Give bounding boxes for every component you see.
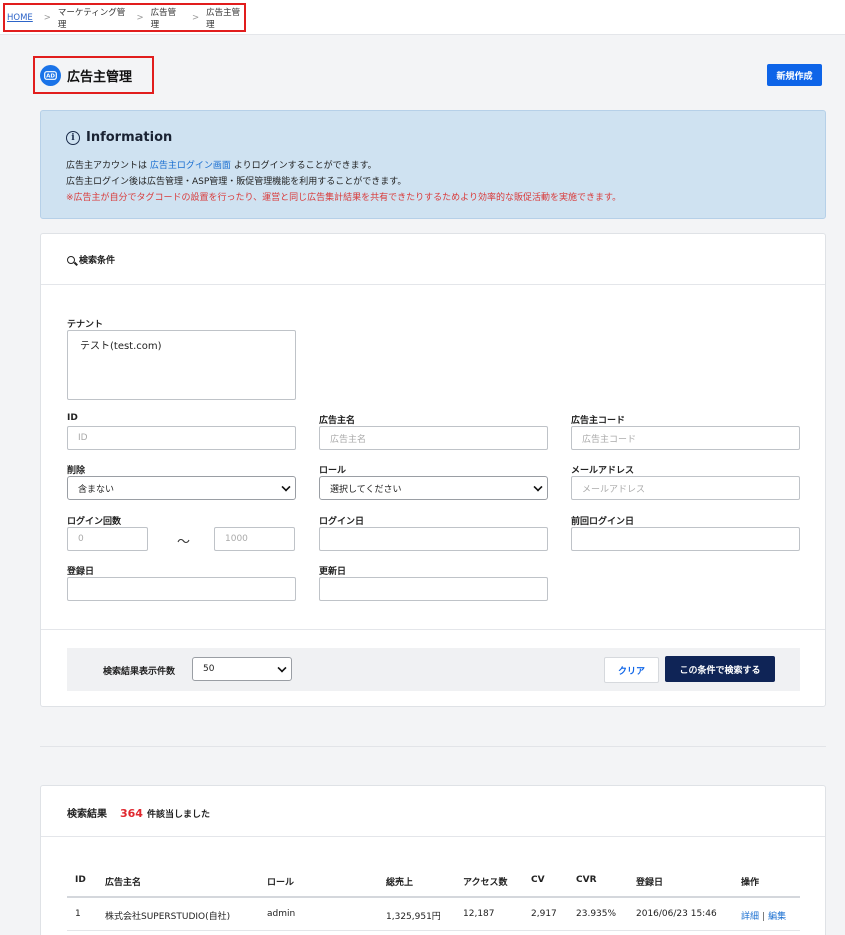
last-login-label: 前回ログイン日 [571,517,635,527]
column-header-role[interactable]: ロール [267,875,294,888]
login-date-input[interactable] [319,527,548,551]
id-input[interactable]: ID [67,426,296,450]
column-header-cvr[interactable]: CVR [576,875,597,885]
divider [41,284,825,285]
page-title: 広告主管理 [67,69,133,85]
info-icon: i [66,130,80,145]
results-count-suffix: 件該当しました [146,810,210,820]
results-title: 検索結果 [67,809,107,820]
results-count: 364 [120,807,143,820]
results-panel: 検索結果 364 件該当しました ID 広告主名 ロール 総売上 アクセス数 C… [40,785,826,935]
breadcrumb-home-link[interactable]: HOME [7,13,33,23]
results-header: 検索結果 364 件該当しました [67,805,210,820]
breadcrumb-item-marketing[interactable]: マーケティング管理 [58,6,126,30]
cell-id: 1 [75,909,81,919]
column-header-actions: 操作 [741,878,760,888]
svg-text:AD: AD [46,73,55,79]
updated-date-label: 更新日 [319,567,347,577]
information-line-2: 広告主ログイン後は広告管理・ASP管理・販促管理機能を利用することができます。 [66,177,407,187]
per-page-label: 検索結果表示件数 [103,667,176,677]
breadcrumb-item-advertisers: 広告主管理 [206,7,241,30]
table-header-line [67,896,800,898]
breadcrumb: HOME > マーケティング管理 > 広告管理 > 広告主管理 [3,3,246,32]
login-count-label: ログイン回数 [67,517,122,527]
cell-access: 12,187 [463,909,495,919]
divider [41,629,825,630]
cell-cvr: 23.935% [576,909,617,919]
id-label: ID [67,413,78,423]
deleted-select-value: 含まない [78,484,115,495]
cell-actions: 詳細 | 編集 [741,909,786,922]
column-header-name[interactable]: 広告主名 [105,875,141,888]
advertiser-name-label: 広告主名 [319,416,356,426]
search-header: 検索条件 [67,253,115,266]
range-separator: 〜 [177,535,191,550]
information-line-1-prefix: 広告主アカウントは [66,161,150,171]
login-count-min-input[interactable]: 0 [67,527,148,551]
breadcrumb-separator: > [136,12,144,23]
breadcrumb-separator: > [191,12,200,23]
tenant-field[interactable]: テスト(test.com) [67,330,296,400]
information-title: Information [86,130,173,145]
role-label: ロール [319,466,347,476]
breadcrumb-separator: > [43,12,51,23]
column-header-sales[interactable]: 総売上 [386,875,413,888]
advertiser-name-input[interactable]: 広告主名 [319,426,548,450]
column-header-access[interactable]: アクセス数 [463,875,508,888]
information-line-1: 広告主アカウントは 広告主ログイン画面 よりログインすることができます。 [66,158,377,171]
chevron-down-icon [277,663,287,673]
created-date-input[interactable] [67,577,296,601]
role-select[interactable]: 選択してください [319,476,548,500]
information-line-1-suffix: よりログインすることができます。 [230,161,377,171]
breadcrumb-item-ads[interactable]: 広告管理 [151,6,181,30]
role-select-value: 選択してください [330,484,402,495]
deleted-label: 削除 [67,466,86,476]
action-separator: | [762,912,766,922]
page-title-box: AD 広告主管理 [33,56,154,94]
cell-sales: 1,325,951円 [386,912,441,922]
login-date-label: ログイン日 [319,517,365,527]
email-input[interactable]: メールアドレス [571,476,800,500]
updated-date-input[interactable] [319,577,548,601]
advertiser-code-label: 広告主コード [571,416,626,426]
chevron-down-icon [281,482,291,492]
information-panel: i Information 広告主アカウントは 広告主ログイン画面 よりログイン… [40,110,826,219]
new-button[interactable]: 新規作成 [767,64,822,86]
information-header: i Information [66,130,172,145]
created-date-label: 登録日 [67,567,95,577]
column-header-id[interactable]: ID [75,875,86,885]
chevron-down-icon [533,482,543,492]
search-footer: 検索結果表示件数 50 クリア この条件で検索する [67,648,800,691]
email-label: メールアドレス [571,466,635,476]
tenant-label: テナント [67,320,104,330]
information-note: ※広告主が自分でタグコードの設置を行ったり、運営と同じ広告集計結果を共有できたり… [66,193,622,203]
detail-link[interactable]: 詳細 [741,912,759,922]
last-login-input[interactable] [571,527,800,551]
ad-icon: AD [40,64,61,86]
advertiser-code-input[interactable]: 広告主コード [571,426,800,450]
cell-created: 2016/06/23 15:46 [636,909,717,919]
table-row-line [67,930,800,931]
edit-link[interactable]: 編集 [768,912,786,922]
login-count-max-input[interactable]: 1000 [214,527,295,551]
per-page-select-value: 50 [203,664,215,674]
cell-name: 株式会社SUPERSTUDIO(自社) [105,912,231,922]
divider [41,836,825,837]
top-bar: HOME > マーケティング管理 > 広告管理 > 広告主管理 [0,0,845,35]
cell-cv: 2,917 [531,909,557,919]
column-header-created[interactable]: 登録日 [636,875,663,888]
cell-role: admin [267,909,296,919]
search-panel: 検索条件 テナント テスト(test.com) ID ID 広告主名 広告主名 … [40,233,826,707]
section-divider [40,746,826,747]
deleted-select[interactable]: 含まない [67,476,296,500]
per-page-select[interactable]: 50 [192,657,292,681]
advertiser-login-link[interactable]: 広告主ログイン画面 [150,161,231,171]
search-icon [67,255,75,264]
search-submit-button[interactable]: この条件で検索する [665,656,775,682]
column-header-cv[interactable]: CV [531,875,545,885]
clear-button[interactable]: クリア [604,657,659,683]
search-title: 検索条件 [79,256,116,266]
